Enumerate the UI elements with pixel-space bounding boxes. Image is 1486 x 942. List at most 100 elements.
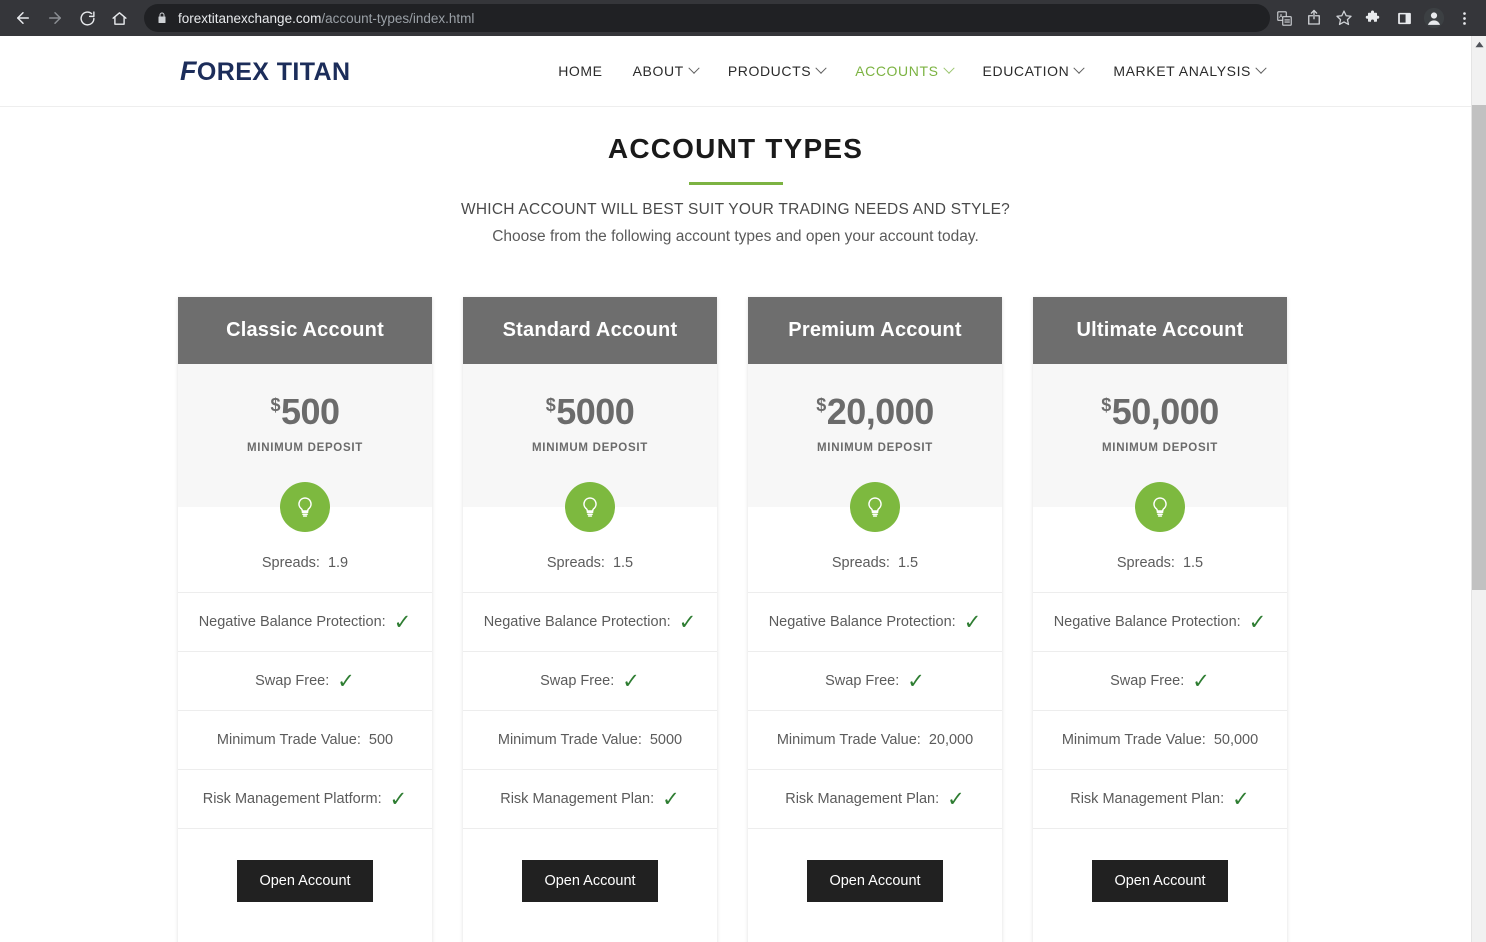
nav-label: PRODUCTS	[727, 63, 812, 79]
feature-list: Spreads: 1.5 Negative Balance Protection…	[748, 507, 1002, 828]
feature-row: Swap Free: ✓	[178, 651, 432, 710]
svg-text:A: A	[1279, 14, 1283, 20]
chevron-down-icon	[942, 62, 955, 74]
price-label: MINIMUM DEPOSIT	[247, 442, 363, 454]
feature-label: Minimum Trade Value:	[216, 732, 361, 748]
lock-icon	[156, 12, 168, 24]
feature-row: Spreads: 1.5	[1033, 533, 1287, 592]
feature-value: 1.9	[327, 554, 349, 571]
side-panel-icon	[1397, 12, 1411, 24]
bookmark-star-icon	[1336, 10, 1352, 26]
nav-item-education[interactable]: EDUCATION	[982, 62, 1086, 79]
card-cta: Open Account	[178, 828, 432, 942]
forward-arrow-icon	[49, 12, 61, 24]
card-price-zone: $20,000 MINIMUM DEPOSIT	[748, 364, 1002, 532]
feature-list: Spreads: 1.5 Negative Balance Protection…	[1033, 507, 1287, 828]
feature-row: Risk Management Plan: ✓	[1033, 769, 1287, 828]
feature-label: Risk Management Platform:	[202, 791, 382, 807]
back-button[interactable]	[8, 3, 38, 33]
card-title: Premium Account	[748, 297, 1002, 364]
check-icon: ✓	[907, 668, 925, 693]
bookmark-button[interactable]	[1330, 4, 1358, 32]
browser-menu-button[interactable]	[1450, 4, 1478, 32]
account-card: Premium Account $20,000 MINIMUM DEPOSIT …	[748, 297, 1002, 942]
check-icon: ✓	[1192, 668, 1210, 693]
feature-row: Minimum Trade Value: 50,000	[1033, 710, 1287, 769]
side-panel-button[interactable]	[1390, 4, 1418, 32]
feature-list: Spreads: 1.5 Negative Balance Protection…	[463, 507, 717, 828]
feature-row: Swap Free: ✓	[463, 651, 717, 710]
url-text: forextitanexchange.com/account-types/ind…	[178, 11, 474, 26]
three-dot-menu-icon	[1462, 11, 1466, 25]
check-icon: ✓	[662, 786, 680, 811]
feature-label: Spreads:	[546, 554, 605, 571]
hero-subheading: WHICH ACCOUNT WILL BEST SUIT YOUR TRADIN…	[460, 201, 1011, 218]
share-icon	[1308, 9, 1320, 25]
feature-value: 1.5	[612, 554, 634, 571]
feature-label: Spreads:	[831, 554, 890, 571]
feature-label: Swap Free:	[255, 673, 330, 689]
currency-symbol: $	[816, 395, 826, 415]
address-bar[interactable]: forextitanexchange.com/account-types/ind…	[144, 4, 1270, 32]
open-account-button[interactable]: Open Account	[1092, 860, 1228, 902]
browser-toolbar: forextitanexchange.com/account-types/ind…	[0, 0, 1486, 36]
lightbulb-icon	[1135, 482, 1185, 532]
translate-button[interactable]: A	[1270, 4, 1298, 32]
feature-row: Negative Balance Protection: ✓	[1033, 592, 1287, 651]
page-viewport: FOREX TITAN HOME ABOUT PRODUCTS ACCOUNTS…	[0, 36, 1471, 942]
extensions-button[interactable]	[1360, 4, 1388, 32]
open-account-button[interactable]: Open Account	[807, 860, 943, 902]
check-icon: ✓	[678, 609, 697, 634]
nav-label: HOME	[558, 63, 603, 79]
feature-value: 50,000	[1213, 732, 1259, 748]
site-logo[interactable]: FOREX TITAN	[180, 56, 350, 87]
main-navigation: HOME ABOUT PRODUCTS ACCOUNTS EDUCATION M…	[558, 62, 1447, 79]
profile-button[interactable]	[1420, 4, 1448, 32]
reload-button[interactable]	[72, 3, 102, 33]
nav-item-home[interactable]: HOME	[558, 63, 602, 79]
feature-label: Swap Free:	[540, 673, 615, 689]
forward-button[interactable]	[40, 3, 70, 33]
scrollbar-up-arrow[interactable]	[1472, 36, 1486, 52]
card-price: $5000	[463, 394, 717, 430]
feature-value: 5000	[649, 732, 683, 748]
feature-label: Minimum Trade Value:	[776, 732, 921, 748]
open-account-button[interactable]: Open Account	[522, 860, 658, 902]
open-account-button[interactable]: Open Account	[237, 860, 373, 902]
chevron-up-icon	[1474, 41, 1484, 47]
share-button[interactable]	[1300, 4, 1328, 32]
profile-avatar-icon	[1423, 7, 1445, 29]
url-domain: forextitanexchange.com	[178, 10, 322, 26]
nav-item-market-analysis[interactable]: MARKET ANALYSIS	[1113, 62, 1267, 79]
nav-item-products[interactable]: PRODUCTS	[727, 62, 827, 79]
logo-rest: OREX TITAN	[196, 57, 351, 86]
feature-label: Swap Free:	[1110, 673, 1185, 689]
page-scrollbar[interactable]	[1471, 36, 1486, 942]
logo-first-letter: F	[180, 55, 197, 86]
hero-section: ACCOUNT TYPES WHICH ACCOUNT WILL BEST SU…	[0, 107, 1471, 246]
feature-label: Negative Balance Protection:	[483, 614, 671, 630]
card-price: $500	[178, 394, 432, 430]
card-cta: Open Account	[1033, 828, 1287, 942]
account-cards-container: Classic Account $500 MINIMUM DEPOSIT Spr…	[0, 246, 1471, 942]
card-cta: Open Account	[463, 828, 717, 942]
feature-row: Risk Management Plan: ✓	[463, 769, 717, 828]
card-title: Classic Account	[178, 297, 432, 364]
nav-item-accounts[interactable]: ACCOUNTS	[855, 62, 955, 79]
nav-label: ABOUT	[632, 63, 684, 79]
nav-item-about[interactable]: ABOUT	[632, 62, 700, 79]
feature-label: Risk Management Plan:	[785, 791, 940, 807]
currency-symbol: $	[1101, 395, 1111, 415]
nav-label: EDUCATION	[982, 63, 1070, 79]
lightbulb-icon	[850, 482, 900, 532]
browser-nav-buttons	[0, 3, 134, 33]
card-title: Ultimate Account	[1033, 297, 1287, 364]
nav-label: ACCOUNTS	[855, 63, 939, 79]
chevron-down-icon	[1255, 62, 1267, 74]
scrollbar-thumb[interactable]	[1472, 105, 1486, 590]
card-price-zone: $500 MINIMUM DEPOSIT	[178, 364, 432, 532]
currency-symbol: $	[545, 395, 556, 415]
chevron-down-icon	[688, 62, 700, 74]
home-button[interactable]	[104, 3, 134, 33]
feature-label: Spreads:	[1116, 554, 1175, 571]
